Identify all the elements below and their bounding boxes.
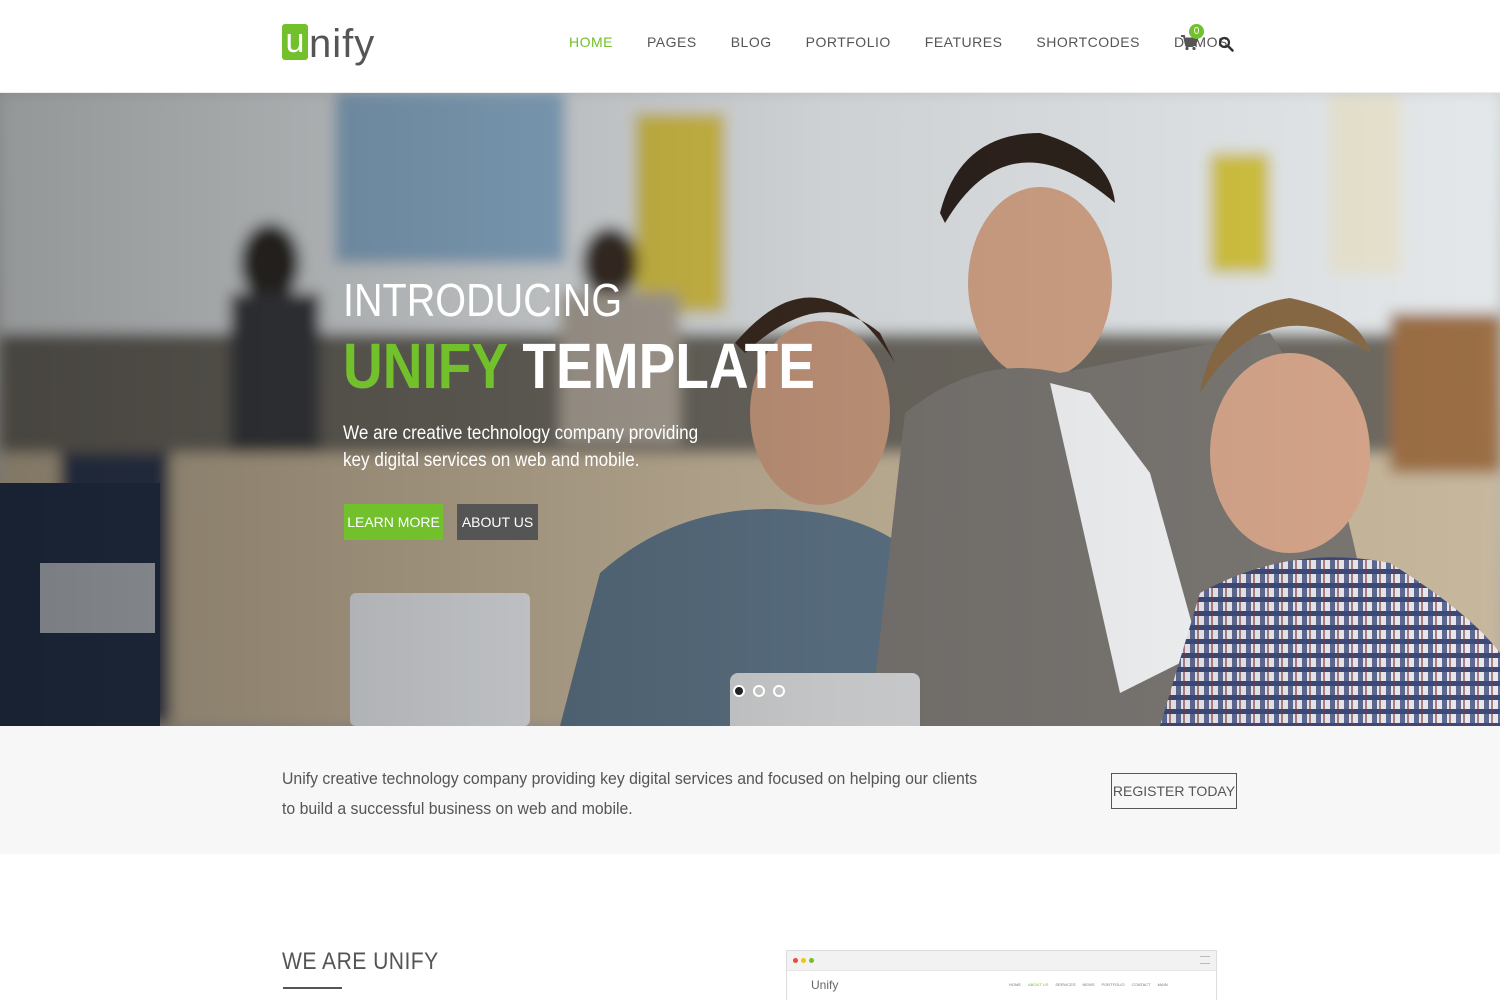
- browser-minimize-dot: [801, 958, 806, 963]
- register-today-button[interactable]: REGISTER TODAY: [1111, 773, 1237, 809]
- promo-band: Unify creative technology company provid…: [0, 726, 1500, 854]
- preview-nav-item: SERVICES: [1055, 982, 1076, 987]
- browser-close-dot: [793, 958, 798, 963]
- hero-title: UNIFY TEMPLATE: [343, 331, 815, 401]
- browser-toolbar: [787, 951, 1216, 971]
- hero-slider: INTRODUCING UNIFY TEMPLATE We are creati…: [0, 93, 1500, 726]
- slider-pagination: [733, 685, 785, 697]
- slider-dot[interactable]: [773, 685, 785, 697]
- hero-office-photo: [0, 93, 1500, 726]
- nav-features[interactable]: FEATURES: [908, 33, 1020, 51]
- preview-nav-item: CONTACT: [1131, 982, 1151, 987]
- hero-title-accent: UNIFY: [343, 330, 508, 402]
- main-nav: HOME PAGES BLOG PORTFOLIO FEATURES SHORT…: [552, 33, 1245, 51]
- nav-portfolio[interactable]: PORTFOLIO: [789, 33, 908, 51]
- about-us-button[interactable]: ABOUT US: [457, 504, 538, 540]
- preview-nav-item: ABOUT US: [1028, 982, 1049, 987]
- cart-count-badge: 0: [1189, 24, 1204, 39]
- promo-text: Unify creative technology company provid…: [282, 769, 978, 818]
- nav-pages[interactable]: PAGES: [630, 33, 714, 51]
- section-title: WE ARE UNIFY: [282, 948, 439, 975]
- logo-mark: u: [282, 24, 308, 60]
- browser-preview-image: Unify HOME ABOUT US SERVICES NEWS PORTFO…: [786, 950, 1217, 1000]
- preview-nav-item: HOME: [1009, 982, 1021, 987]
- slider-dot[interactable]: [733, 685, 745, 697]
- preview-nav-item: NEWS: [1082, 982, 1095, 987]
- nav-blog[interactable]: BLOG: [714, 33, 789, 51]
- title-underline: [283, 987, 342, 989]
- logo-text: nify: [309, 22, 376, 66]
- hero-description: We are creative technology company provi…: [343, 423, 699, 471]
- learn-more-button[interactable]: LEARN MORE: [344, 504, 443, 540]
- hero-pretitle: INTRODUCING: [343, 274, 623, 326]
- preview-nav-item: PORTFOLIO: [1101, 982, 1125, 987]
- nav-shortcodes[interactable]: SHORTCODES: [1019, 33, 1157, 51]
- preview-logo: Unify: [811, 978, 839, 992]
- nav-home[interactable]: HOME: [552, 33, 630, 51]
- site-header: u nify HOME PAGES BLOG PORTFOLIO FEATURE…: [0, 0, 1500, 93]
- slider-dot[interactable]: [753, 685, 765, 697]
- logo[interactable]: u nify: [282, 20, 375, 66]
- browser-menu-icon: [1200, 956, 1210, 964]
- preview-nav-item: MAIN: [1157, 982, 1168, 987]
- search-icon[interactable]: [1218, 36, 1234, 52]
- hero-title-rest: TEMPLATE: [522, 330, 815, 402]
- browser-maximize-dot: [809, 958, 814, 963]
- preview-nav: HOME ABOUT US SERVICES NEWS PORTFOLIO CO…: [1009, 982, 1168, 987]
